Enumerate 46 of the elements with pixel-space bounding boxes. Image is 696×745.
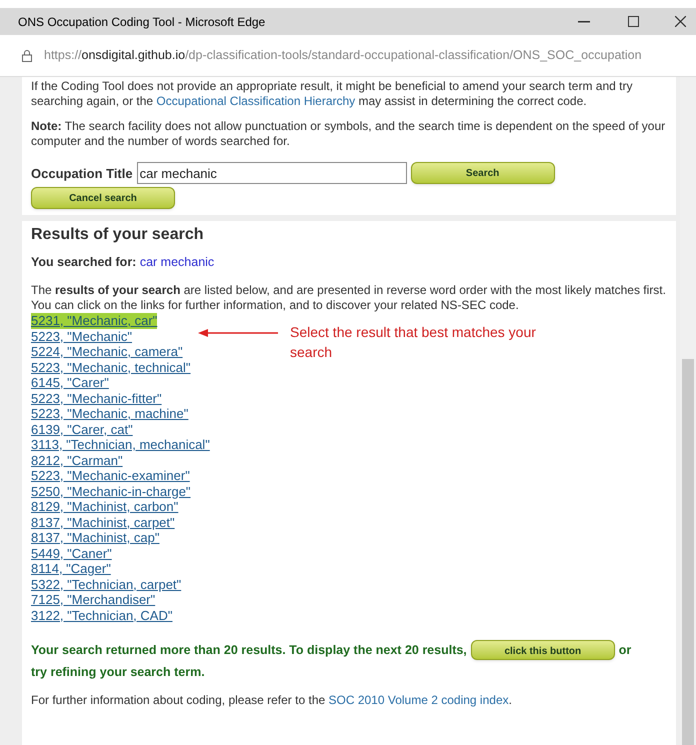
- result-link[interactable]: 3122, "Technician, CAD": [31, 608, 172, 623]
- result-link[interactable]: 5223, "Mechanic-examiner": [31, 468, 190, 484]
- result-link[interactable]: 5250, "Mechanic-in-charge": [31, 484, 191, 499]
- result-link[interactable]: 8137, "Machinist, carpet": [31, 514, 175, 530]
- coding-index-link[interactable]: SOC 2010 Volume 2 coding index: [328, 693, 509, 707]
- more-results-message: Your search returned more than 20 results. To display the next 20 results,: [31, 642, 467, 659]
- close-icon[interactable]: [675, 16, 686, 27]
- or-text: or: [618, 642, 632, 659]
- searched-term: car mechanic: [140, 255, 214, 269]
- arrow-icon: [198, 328, 278, 338]
- click-this-button[interactable]: click this button: [470, 640, 615, 660]
- result-link[interactable]: 5223, "Mechanic": [31, 328, 132, 344]
- results-heading: Results of your search: [31, 225, 204, 245]
- minimize-icon[interactable]: [578, 20, 590, 22]
- url-text: https://onsdigital.github.io/dp-classification-tools/standard-occupational-classification/ONS_SOC_occupation: [44, 47, 642, 64]
- scrollbar-thumb[interactable]: [682, 359, 694, 745]
- result-link[interactable]: 5322, "Technician, carpet": [31, 576, 182, 592]
- intro-paragraph: If the Coding Tool does not provide an appropriate result, it might be beneficial to amend your search term and try searching again, or the Occupational Classification Hierarchy may assist in determining the correct code.: [31, 79, 634, 109]
- result-link[interactable]: 8212, "Carman": [31, 452, 123, 468]
- result-link[interactable]: 5224, "Mechanic, camera": [31, 344, 183, 360]
- searched-for-label: You searched for:: [31, 255, 136, 269]
- annotation-text: Select the result that best matches your search: [290, 323, 537, 362]
- window-title: ONS Occupation Coding Tool - Microsoft Edge: [18, 14, 266, 30]
- occupation-title-label: Occupation Title: [31, 166, 133, 180]
- note-paragraph: Note: The search facility does not allow punctuation or symbols, and the search time is dependent on the speed of your computer and the number of words searched for.: [31, 119, 666, 149]
- result-link[interactable]: 8137, "Machinist, cap": [31, 530, 160, 546]
- result-link[interactable]: 5231, "Mechanic, car": [31, 313, 158, 328]
- search-button[interactable]: Search: [410, 162, 555, 184]
- occupation-title-field[interactable]: car mechanic: [136, 162, 407, 184]
- results-description: The results of your search are listed below, and are presented in reverse word order with the most likely matches first. You can click on the links for further information, and to discover your related NS-SEC code.: [31, 283, 667, 313]
- hierarchy-link[interactable]: Occupational Classification Hierarchy: [156, 94, 356, 108]
- result-link[interactable]: 3113, "Technician, mechanical": [31, 437, 210, 452]
- lock-icon: [22, 49, 32, 62]
- result-link[interactable]: 5449, "Caner": [31, 546, 112, 561]
- result-link[interactable]: 8114, "Cager": [31, 561, 111, 576]
- maximize-icon[interactable]: [628, 16, 639, 27]
- result-link[interactable]: 6145, "Carer": [31, 375, 109, 390]
- result-link[interactable]: 5223, "Mechanic, technical": [31, 360, 191, 375]
- coding-info-paragraph: For further information about coding, please refer to the SOC 2010 Volume 2 coding index.: [31, 693, 513, 708]
- result-link[interactable]: 6139, "Carer, cat": [31, 422, 133, 437]
- result-link[interactable]: 8129, "Machinist, carbon": [31, 499, 178, 514]
- result-link[interactable]: 7125, "Merchandiser": [31, 592, 156, 608]
- cancel-search-button[interactable]: Cancel search: [31, 187, 175, 209]
- result-link[interactable]: 5223, "Mechanic-fitter": [31, 390, 162, 406]
- refine-search-message: try refining your search term.: [31, 664, 206, 681]
- result-link[interactable]: 5223, "Mechanic, machine": [31, 406, 188, 422]
